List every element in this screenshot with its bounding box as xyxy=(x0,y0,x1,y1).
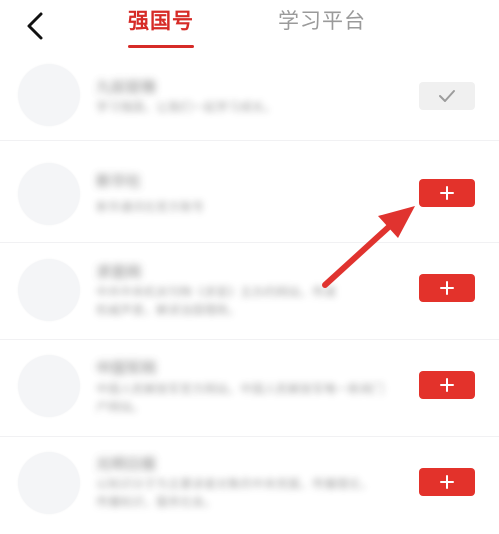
account-row[interactable]: 求是网 中共中央机关刊物《求是》主办的网站，传递 权威声音，解读治国理政。 xyxy=(0,243,499,340)
plus-icon xyxy=(440,186,454,200)
follow-button[interactable] xyxy=(419,179,475,207)
avatar xyxy=(18,452,80,514)
account-name: 九如官微 xyxy=(96,78,157,96)
check-icon xyxy=(439,90,455,102)
account-desc: 中共中央机关刊物《求是》主办的网站，传递 xyxy=(96,285,337,299)
account-desc-line2: 权威声音，解读治国理政。 xyxy=(96,303,241,317)
follow-button[interactable] xyxy=(419,468,475,496)
account-name: 求是网 xyxy=(96,263,142,281)
account-name: 新华社 xyxy=(96,172,142,190)
account-desc: 新华通讯社官方账号 xyxy=(96,200,205,214)
account-row[interactable]: 九如官微 学习强国，让我们一起学习成长。 xyxy=(0,58,499,155)
row-divider xyxy=(0,140,499,141)
account-name: 光明日报 xyxy=(96,455,157,473)
avatar xyxy=(18,259,80,321)
account-desc: 学习强国，让我们一起学习成长。 xyxy=(96,100,277,114)
plus-icon xyxy=(440,475,454,489)
followed-button[interactable] xyxy=(419,82,475,110)
account-desc: 以知识分子为主要读者对象的中央党报，传播理论， xyxy=(96,477,373,491)
header-bar: 强国号 学习平台 xyxy=(0,0,499,58)
tab-qiangguohao[interactable]: 强国号 xyxy=(128,6,194,36)
account-row[interactable]: 光明日报 以知识分子为主要读者对象的中央党报，传播理论， 传播知识，服务社会。 xyxy=(0,437,499,534)
active-tab-indicator xyxy=(128,45,194,48)
chevron-left-icon xyxy=(27,12,43,40)
follow-button[interactable] xyxy=(419,371,475,399)
follow-button[interactable] xyxy=(419,274,475,302)
plus-icon xyxy=(440,281,454,295)
avatar xyxy=(18,64,80,126)
avatar xyxy=(18,163,80,225)
tab-learning-platform[interactable]: 学习平台 xyxy=(278,6,366,36)
account-row[interactable]: 新华社 新华通讯社官方账号 xyxy=(0,146,499,243)
account-row[interactable]: 中国军网 中国人民解放军官方网站，中国人民解放军唯一新闻门 户网站。 xyxy=(0,340,499,437)
account-name: 中国军网 xyxy=(96,359,157,377)
back-button[interactable] xyxy=(18,8,54,44)
account-desc-line2: 户网站。 xyxy=(96,400,145,414)
avatar xyxy=(18,355,80,417)
plus-icon xyxy=(440,378,454,392)
account-desc-line2: 传播知识，服务社会。 xyxy=(96,495,217,509)
account-desc: 中国人民解放军官方网站，中国人民解放军唯一新闻门 xyxy=(96,382,385,396)
